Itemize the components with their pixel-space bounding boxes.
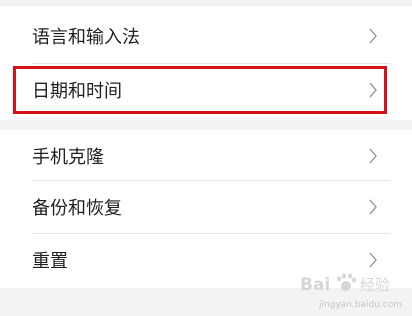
svg-text:经验: 经验 xyxy=(360,276,390,294)
chevron-right-icon xyxy=(369,199,377,215)
settings-item-label: 重置 xyxy=(32,251,68,272)
watermark-url: jingyan.baidu.com xyxy=(318,300,402,310)
settings-item-language-input[interactable]: 语言和输入法 xyxy=(0,10,412,62)
settings-item-phone-clone[interactable]: 手机克隆 xyxy=(0,130,412,182)
chevron-right-icon xyxy=(369,28,377,44)
chevron-right-icon xyxy=(369,82,377,98)
settings-group-1: 语言和输入法 xyxy=(0,10,412,62)
settings-item-label: 手机克隆 xyxy=(32,147,104,168)
settings-group-2b: 备份和恢复 xyxy=(0,181,412,233)
chevron-right-icon xyxy=(369,252,377,268)
section-gap xyxy=(0,120,412,130)
settings-item-label: 语言和输入法 xyxy=(32,27,140,48)
settings-group-1b: 日期和时间 xyxy=(0,64,412,116)
settings-group-2: 手机克隆 xyxy=(0,130,412,182)
baidu-jingyan-watermark: Bai 经验 jingyan.baidu.com xyxy=(294,270,404,310)
section-gap-top xyxy=(0,0,412,6)
settings-item-date-time[interactable]: 日期和时间 xyxy=(0,64,412,116)
chevron-right-icon xyxy=(369,148,377,164)
settings-item-backup-restore[interactable]: 备份和恢复 xyxy=(0,181,412,233)
svg-text:Bai: Bai xyxy=(300,275,330,295)
settings-screen: 语言和输入法 日期和时间 手机克隆 备份和恢复 重置 Bai 经验 jingya… xyxy=(0,0,412,316)
settings-item-label: 备份和恢复 xyxy=(32,198,122,219)
settings-item-label: 日期和时间 xyxy=(32,81,122,102)
baidu-paw-logo-icon: Bai 经验 xyxy=(300,273,390,295)
